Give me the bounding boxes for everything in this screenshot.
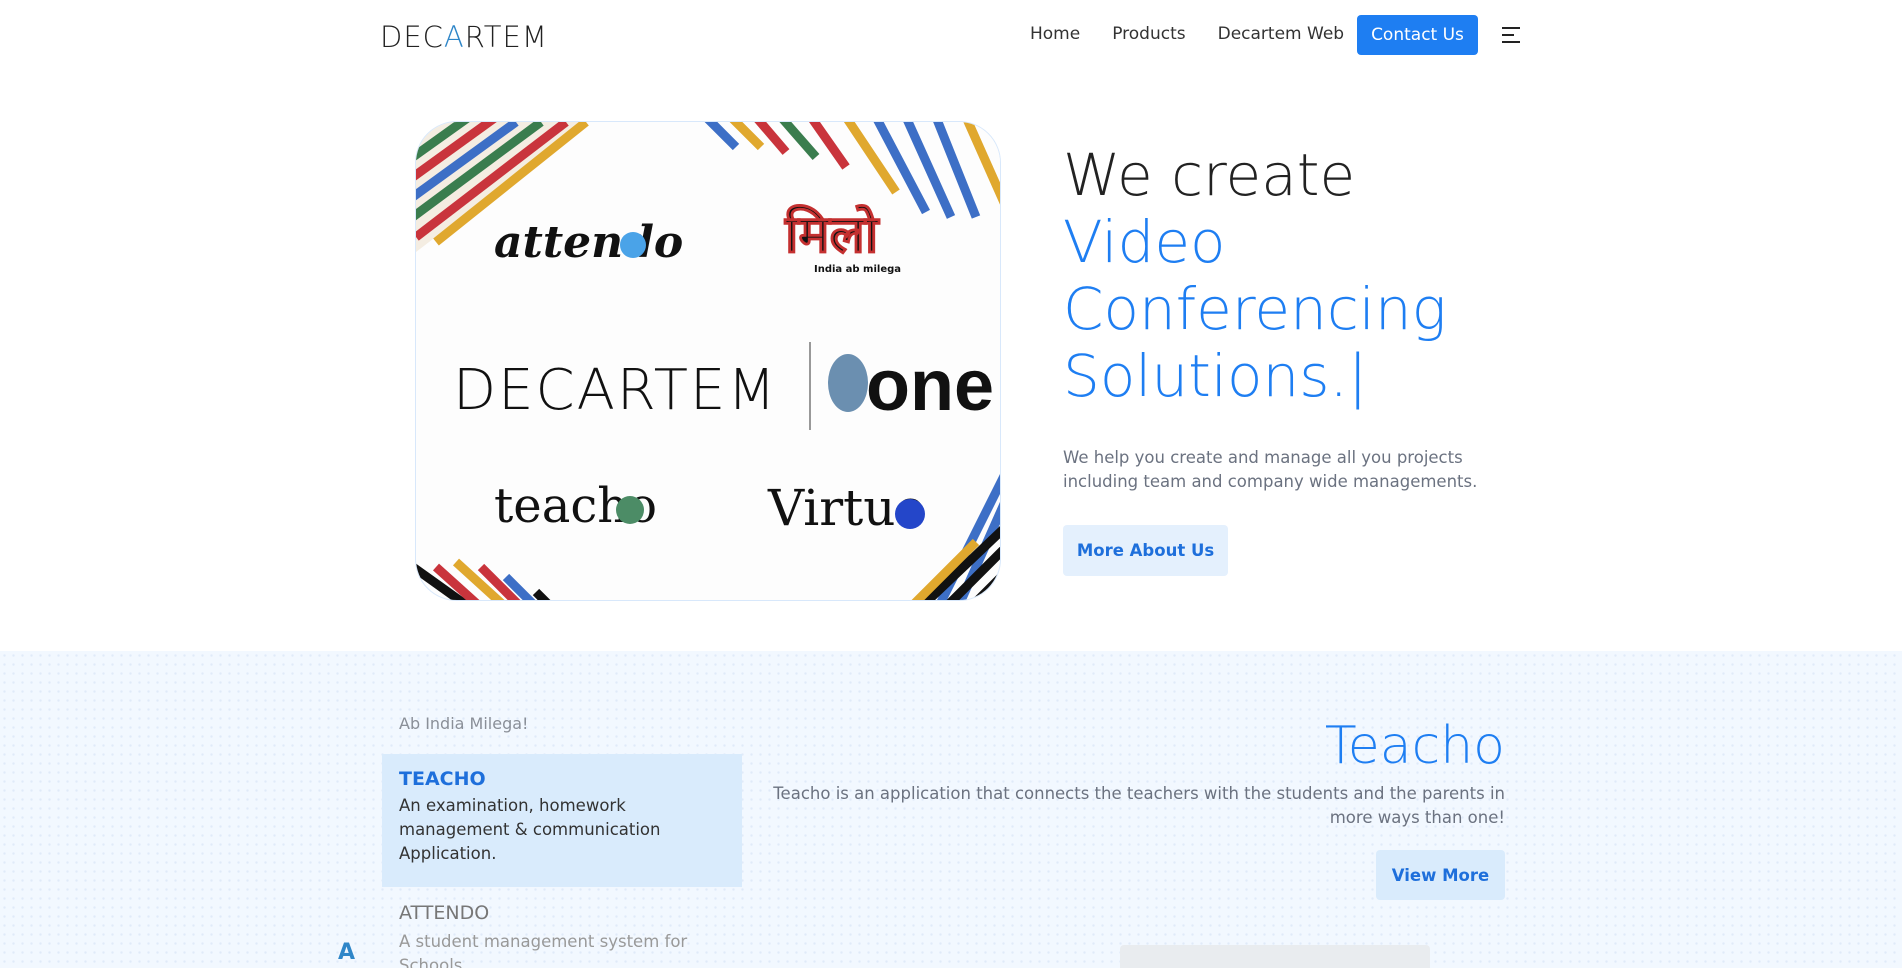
stripe-decoration-bottom-left	[416, 558, 551, 600]
teacho-dot	[616, 496, 644, 524]
hero-heading-line1: We create	[1063, 141, 1356, 209]
more-about-us-button[interactable]: More About Us	[1063, 525, 1228, 576]
product-title: TEACHO	[399, 768, 486, 790]
milo-logo-text: मिलो	[784, 204, 881, 265]
product-detail-title: Teacho	[1324, 716, 1505, 776]
hero-heading-line3: Conferencing	[1063, 275, 1447, 343]
brand-logo[interactable]: DECARTEM	[380, 20, 548, 54]
attendo-logo-text: attendo	[494, 217, 683, 268]
product-description: A student management system for Schools	[399, 932, 688, 968]
hamburger-menu-icon[interactable]	[1502, 27, 1522, 45]
products-tagline: Ab India Milega!	[399, 714, 529, 733]
hero-product-collage: attendo मिलो India ab milega DECARTEM on…	[415, 121, 1001, 601]
milo-tagline: India ab milega	[814, 264, 901, 275]
one-logo-mark	[828, 354, 868, 412]
products-section: Ab India Milega! TEACHO An examination, …	[0, 651, 1902, 968]
view-more-button[interactable]: View More	[1376, 850, 1505, 900]
nav-link-products[interactable]: Products	[1112, 24, 1185, 44]
product-title: ATTENDO	[399, 902, 490, 924]
decartem-logo-text: DECARTEM	[453, 358, 778, 423]
attendo-dot	[620, 232, 646, 258]
product-item-attendo[interactable]: ATTENDO A student management system for …	[399, 902, 719, 968]
logo-text-start: DEC	[380, 20, 444, 54]
top-navbar: DECARTEM Home Products Decartem Web Cont…	[0, 0, 1902, 70]
product-description: An examination, homework management & co…	[399, 796, 661, 863]
nav-link-decartem-web[interactable]: Decartem Web	[1218, 24, 1344, 44]
virtuo-dot	[895, 499, 925, 529]
product-item-teacho[interactable]: TEACHO An examination, homework manageme…	[382, 754, 742, 887]
nav-links: Home Products Decartem Web	[1030, 24, 1376, 44]
product-preview-image	[1120, 945, 1430, 968]
collage-graphic: attendo मिलो India ab milega DECARTEM on…	[416, 122, 1000, 600]
hero-subtitle: We help you create and manage all you pr…	[1063, 448, 1478, 491]
logo-text-end: RTEM	[464, 20, 548, 54]
hero-heading-line4: Solutions.|	[1063, 342, 1368, 410]
floating-logo-icon[interactable]: A	[338, 940, 355, 965]
logo-text-a: A	[443, 20, 465, 54]
hero-heading-line2: Video	[1063, 208, 1226, 276]
nav-link-home[interactable]: Home	[1030, 24, 1080, 44]
contact-us-button[interactable]: Contact Us	[1357, 15, 1478, 55]
product-detail-description: Teacho is an application that connects t…	[773, 784, 1505, 827]
one-logo-text: one	[866, 346, 994, 426]
hero-heading: We create Video Conferencing Solutions.|	[1063, 142, 1523, 410]
